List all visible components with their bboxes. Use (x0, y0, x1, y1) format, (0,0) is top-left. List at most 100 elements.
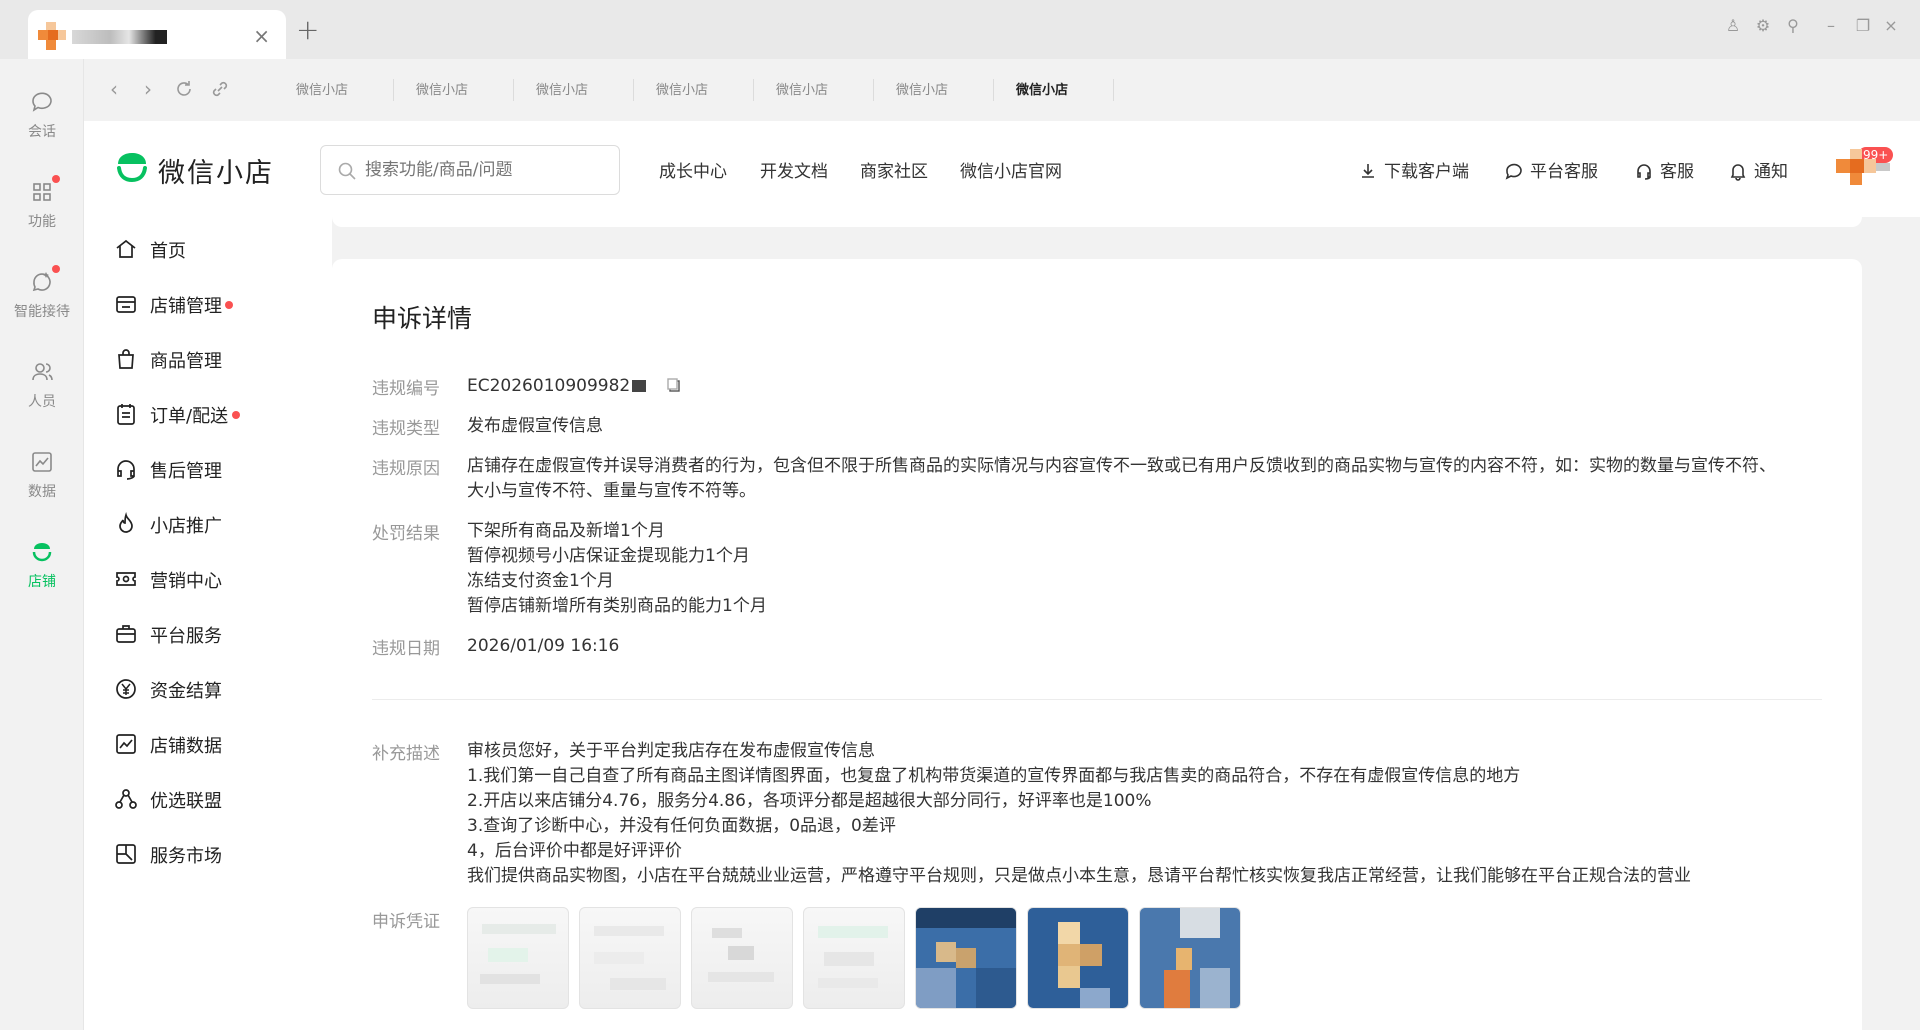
new-tab-button[interactable]: + (296, 13, 319, 46)
page-tab[interactable]: 微信小店 (644, 79, 754, 101)
minimize-icon[interactable]: – (1820, 16, 1842, 38)
platform-service-button[interactable]: 平台客服 (1504, 157, 1598, 182)
rail-item-functions[interactable]: 功能 (0, 175, 84, 231)
refresh-icon[interactable] (172, 77, 196, 101)
brand-name: 微信小店 (158, 158, 274, 189)
coupon-icon (116, 572, 136, 586)
violation-id-value: EC2026010909982 (467, 374, 1822, 399)
headset-icon (117, 460, 135, 480)
previous-card-bottom (332, 217, 1862, 227)
page-tab[interactable]: 微信小店 (764, 79, 874, 101)
data-icon (116, 734, 136, 754)
search-input[interactable] (365, 158, 605, 182)
rail-label: 人员 (28, 394, 56, 410)
market-icon (116, 844, 136, 864)
headset-icon (1637, 164, 1651, 180)
grid-icon (33, 183, 51, 201)
copy-icon[interactable] (666, 377, 682, 393)
forward-icon[interactable]: › (136, 77, 160, 101)
evidence-image[interactable] (803, 907, 905, 1009)
user-avatar[interactable] (1836, 149, 1890, 189)
rail-item-data[interactable]: 数据 (0, 449, 84, 501)
restore-icon[interactable]: ❐ (1852, 16, 1874, 38)
people-icon (32, 363, 53, 381)
evidence-image[interactable] (1027, 907, 1129, 1009)
tab-title-redacted (72, 30, 167, 44)
link-icon[interactable] (208, 77, 232, 101)
notification-button[interactable]: 通知 (1728, 157, 1788, 182)
network-icon (115, 789, 137, 809)
rail-item-people[interactable]: 人员 (0, 359, 84, 411)
violation-type-value: 发布虚假宣传信息 (467, 416, 603, 436)
page-tab-active[interactable]: 微信小店 (1004, 79, 1114, 101)
app-window-tab[interactable]: × (28, 10, 286, 59)
nav-growth-center[interactable]: 成长中心 (659, 157, 727, 182)
download-label: 下载客户端 (1384, 162, 1469, 182)
rail-label: 智能接待 (14, 304, 70, 320)
appeal-detail-card: 申诉详情 违规编号 EC2026010909982 违规类型 发布虚假宣传信息 … (332, 259, 1862, 1030)
chat-bubble-icon (1505, 163, 1522, 180)
evidence-image[interactable] (915, 907, 1017, 1009)
notification-dot (225, 301, 233, 309)
notification-label: 通知 (1754, 162, 1788, 182)
evidence-image[interactable] (467, 907, 569, 1009)
evidence-image[interactable] (691, 907, 793, 1009)
close-window-icon[interactable]: × (1880, 16, 1902, 38)
left-rail: 会话 功能 智能接待 人员 数据 店铺 (0, 59, 84, 1030)
page-tab[interactable]: 微信小店 (524, 79, 634, 101)
pin-icon[interactable]: ⚲ (1782, 16, 1804, 38)
search-box[interactable] (320, 145, 620, 195)
rail-item-shop[interactable]: 店铺 (0, 539, 84, 591)
app-logo-icon (38, 22, 66, 50)
back-icon[interactable]: ‹ (102, 77, 126, 101)
yuan-icon (116, 679, 136, 699)
window-titlebar: × + ♙ ⚙ ⚲ – ❐ × (0, 0, 1920, 59)
customer-service-button[interactable]: 客服 (1634, 157, 1694, 182)
app-header: 微信小店 成长中心 开发文档 商家社区 微信小店官网 下载客户端 平台客服 客服… (84, 121, 1920, 217)
divider (372, 699, 1822, 700)
page-title: 申诉详情 (372, 304, 473, 333)
evidence-image[interactable] (1139, 907, 1241, 1009)
penalty-value: 下架所有商品及新增1个月 暂停视频号小店保证金提现能力1个月 冻结支付资金1个月… (467, 521, 767, 616)
evidence-image[interactable] (579, 907, 681, 1009)
chat-icon (32, 92, 52, 112)
rail-label: 店铺 (28, 574, 56, 590)
sidebar-menu: 首页 店铺管理 商品管理 订单/配送 售后管理 小店推广 营销中心 平台服务 资… (84, 217, 332, 1030)
rail-label: 数据 (28, 484, 56, 500)
notification-dot (232, 411, 240, 419)
clipboard-icon (117, 404, 135, 425)
nav-dev-docs[interactable]: 开发文档 (760, 157, 828, 182)
home-icon (116, 239, 136, 258)
field-label: 违规编号 (372, 379, 440, 399)
customer-service-label: 客服 (1660, 162, 1694, 182)
notification-dot (52, 175, 60, 183)
platform-service-label: 平台客服 (1530, 162, 1598, 182)
violation-reason-value: 店铺存在虚假宣传并误导消费者的行为，包含但不限于所售商品的实际情况与内容宣传不一… (467, 456, 1776, 501)
field-label: 违规原因 (372, 459, 440, 479)
briefcase-icon (116, 625, 136, 643)
page-tab[interactable]: 微信小店 (884, 79, 994, 101)
bell-icon (1730, 164, 1746, 181)
nav-merchant-community[interactable]: 商家社区 (860, 157, 928, 182)
download-client-button[interactable]: 下载客户端 (1358, 157, 1469, 182)
field-label: 处罚结果 (372, 524, 440, 544)
chart-icon (32, 452, 52, 472)
violation-date-value: 2026/01/09 16:16 (467, 636, 620, 656)
settings-icon[interactable]: ⚙ (1752, 16, 1774, 38)
rail-item-chat[interactable]: 会话 (0, 89, 84, 141)
redacted-digits (632, 380, 647, 392)
field-label: 补充描述 (372, 744, 440, 764)
nav-official-site[interactable]: 微信小店官网 (960, 157, 1062, 182)
shop-icon (32, 543, 52, 562)
close-tab-icon[interactable]: × (253, 24, 270, 48)
page-tab[interactable]: 微信小店 (404, 79, 514, 101)
field-label: 申诉凭证 (372, 912, 440, 932)
rail-item-ai-reception[interactable]: 智能接待 (0, 265, 84, 321)
browser-navbar: ‹ › 微信小店 微信小店 微信小店 微信小店 微信小店 微信小店 微信小店 (84, 59, 1920, 121)
page-tab[interactable]: 微信小店 (284, 79, 394, 101)
download-icon (1362, 164, 1374, 178)
account-icon[interactable]: ♙ (1722, 16, 1744, 38)
field-label: 违规类型 (372, 419, 440, 439)
rail-label: 功能 (28, 214, 56, 230)
supplement-value: 审核员您好，关于平台判定我店存在发布虚假宣传信息 1.我们第一自己自查了所有商品… (467, 741, 1691, 886)
